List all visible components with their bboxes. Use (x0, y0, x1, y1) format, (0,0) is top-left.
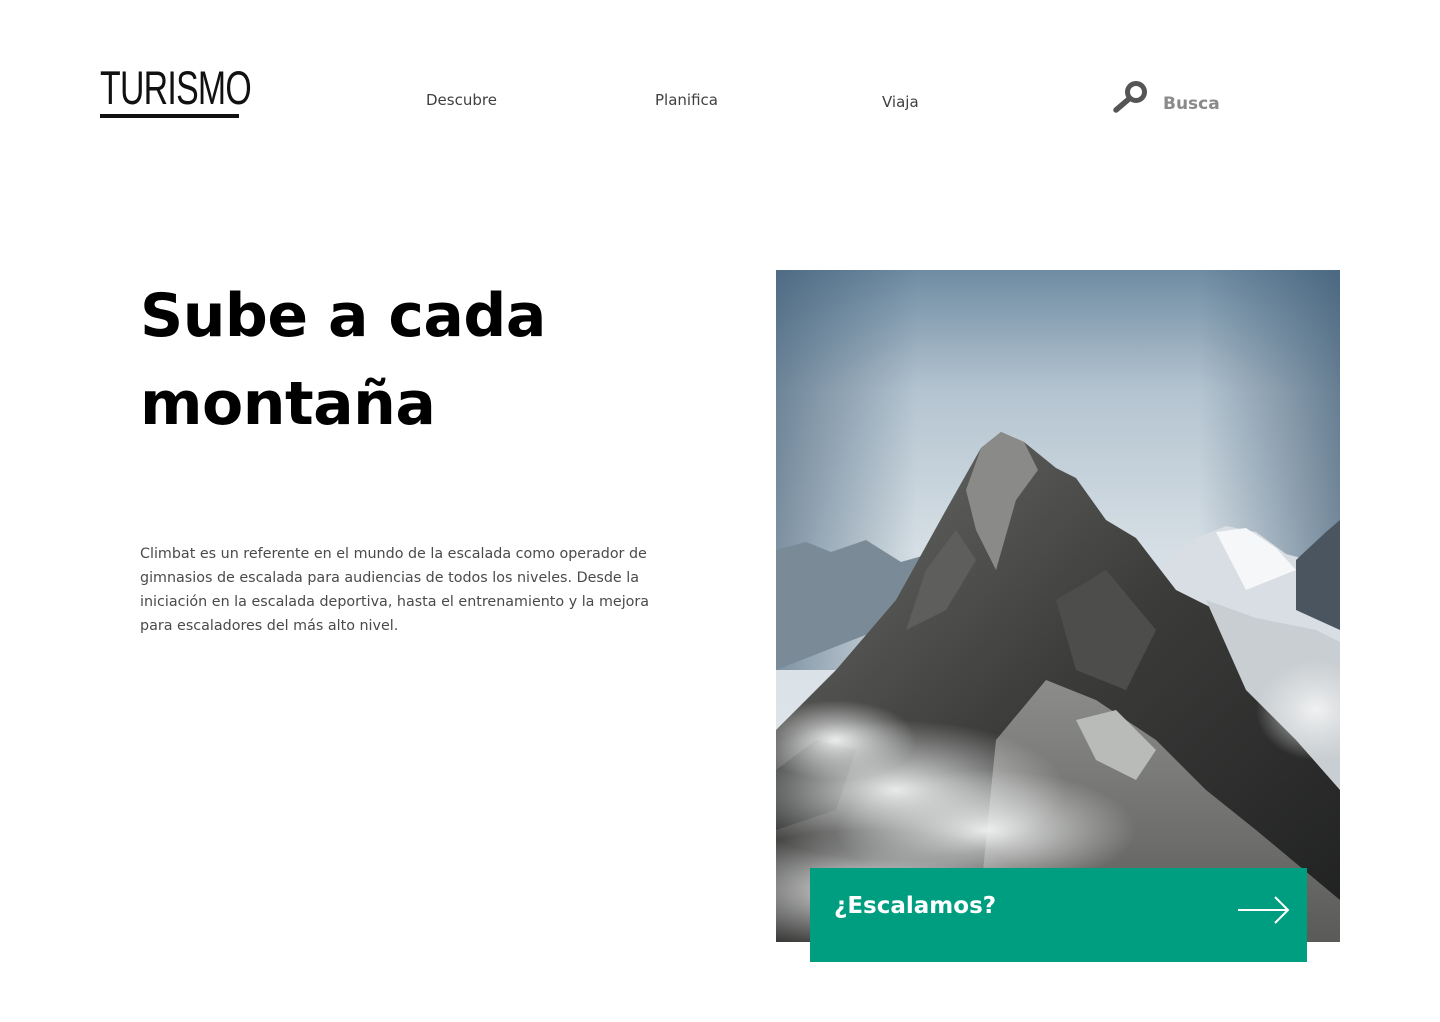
cta-label: ¿Escalamos? (834, 893, 997, 919)
site-logo[interactable]: TURISMO (100, 62, 252, 114)
hero-title: Sube a cada montaña (140, 281, 546, 439)
mountain-image (776, 270, 1340, 942)
nav-link-descubre[interactable]: Descubre (426, 91, 497, 109)
nav-link-viaja[interactable]: Viaja (882, 93, 919, 111)
search-label: Busca (1163, 94, 1220, 114)
nav-link-planifica[interactable]: Planifica (655, 91, 718, 109)
arrow-right-icon (1238, 896, 1290, 924)
escalamos-cta-button[interactable]: ¿Escalamos? (810, 868, 1307, 962)
search-icon (1113, 81, 1147, 113)
logo-underline (100, 114, 239, 118)
hero-description: Climbat es un referente en el mundo de l… (140, 546, 650, 634)
